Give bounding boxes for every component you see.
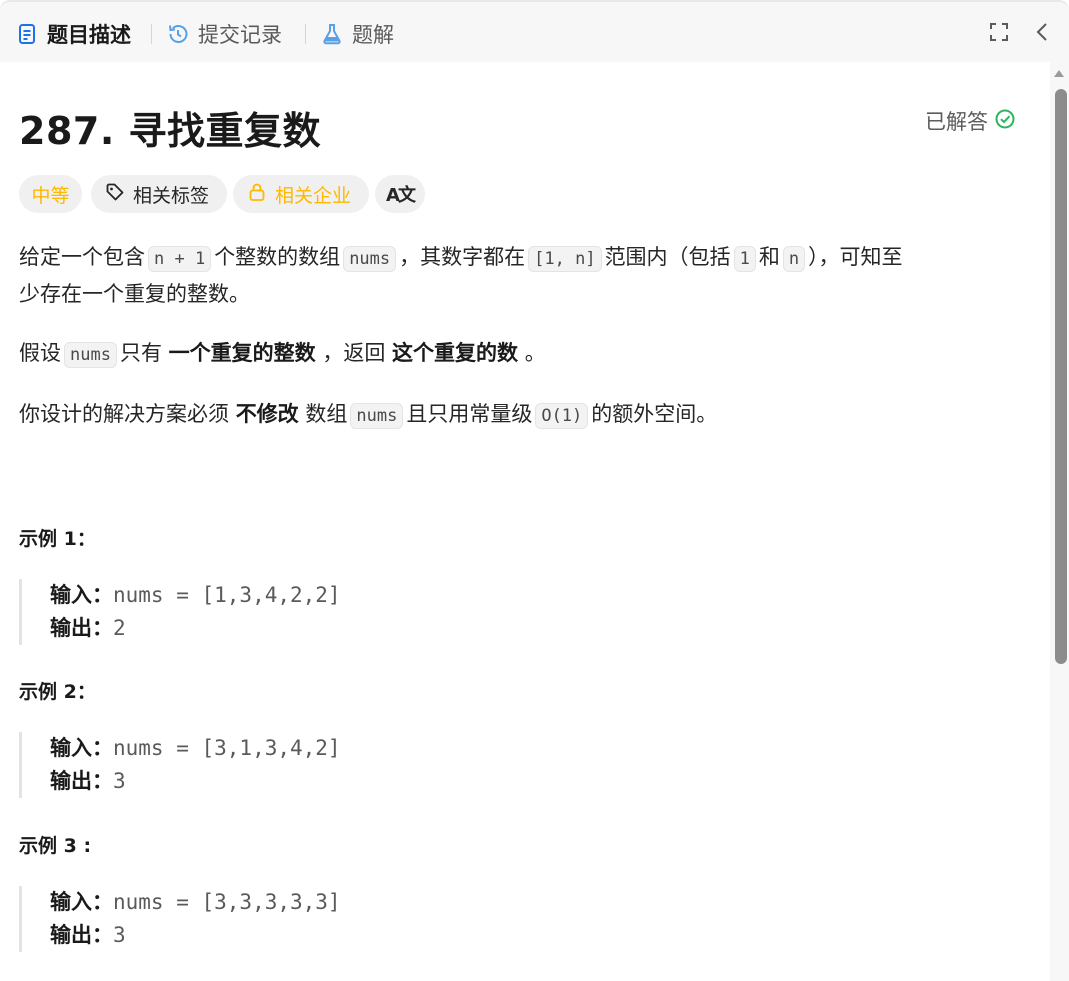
scroll-up-arrow-icon[interactable] <box>1054 70 1064 77</box>
example-2-title: 示例 2： <box>19 681 96 703</box>
flask-icon <box>320 22 344 46</box>
collapse-panel-button[interactable] <box>1030 20 1056 48</box>
description-paragraph-1: 给定一个包含 n + 1 个整数的数组 nums ，其数字都在 [1, n] 范围内（包括 1… <box>19 240 1029 312</box>
related-topics-label: 相关标签 <box>133 184 210 207</box>
example-output-line: 输出：2 <box>50 612 619 645</box>
example-output-line: 输出：3 <box>50 765 619 798</box>
inline-code: nums <box>350 403 404 429</box>
tag-icon <box>105 182 133 207</box>
tab-divider <box>305 24 306 44</box>
solved-label: 已解答 <box>925 110 988 134</box>
description-paragraph-3: 你设计的解决方案必须 不修改 数组 nums 且只用常量级 O(1) 的额外空间。 <box>19 397 717 434</box>
tab-submissions[interactable]: 提交记录 <box>166 19 282 49</box>
example-input-line: 输入：nums = [3,1,3,4,2] <box>50 732 619 765</box>
example-1-title: 示例 1： <box>19 528 96 550</box>
output-label: 输出： <box>50 769 113 793</box>
desc-text: 。 <box>524 341 546 365</box>
output-value: 3 <box>113 923 126 947</box>
desc-text: 和 <box>758 245 780 269</box>
desc-text: 给定一个包含 <box>19 245 145 269</box>
tab-divider <box>151 24 152 44</box>
lock-icon <box>247 182 275 207</box>
example-1-block: 输入：nums = [1,3,4,2,2] 输出：2 <box>19 579 619 645</box>
related-companies-label: 相关企业 <box>275 184 352 207</box>
tab-description[interactable]: 题目描述 <box>15 19 131 49</box>
example-output-line: 输出：3 <box>50 919 619 952</box>
desc-text: 数组 <box>305 402 348 426</box>
input-label: 输入： <box>50 583 113 607</box>
chevron-left-icon <box>1032 21 1054 47</box>
desc-text: 假设 <box>19 341 61 365</box>
related-topics-button[interactable]: 相关标签 <box>91 175 227 213</box>
difficulty-label: 中等 <box>31 184 70 207</box>
inline-code: nums <box>64 342 117 368</box>
check-circle-icon <box>988 108 1016 135</box>
history-icon <box>166 22 190 46</box>
example-input-line: 输入：nums = [1,3,4,2,2] <box>50 579 619 612</box>
emphasis-text: 这个重复的数 <box>392 341 519 365</box>
example-input-line: 输入：nums = [3,3,3,3,3] <box>50 886 619 919</box>
desc-text: 个整数的数组 <box>214 245 341 269</box>
input-value: nums = [3,1,3,4,2] <box>113 736 341 760</box>
tab-solutions[interactable]: 题解 <box>320 19 394 49</box>
desc-text: 你设计的解决方案必须 <box>19 402 229 426</box>
tab-submissions-label: 提交记录 <box>198 23 282 47</box>
inline-code: nums <box>343 246 397 272</box>
desc-text: 少存在一个重复的整数。 <box>19 282 250 306</box>
tab-solutions-label: 题解 <box>352 23 394 47</box>
input-value: nums = [3,3,3,3,3] <box>113 890 341 914</box>
input-value: nums = [1,3,4,2,2] <box>113 583 341 607</box>
output-value: 2 <box>113 616 126 640</box>
inline-code: n <box>782 246 806 272</box>
example-2-block: 输入：nums = [3,1,3,4,2] 输出：3 <box>19 732 619 798</box>
description-paragraph-2: 假设 nums 只有 一个重复的整数 ，返回 这个重复的数 。 <box>19 336 546 373</box>
output-value: 3 <box>113 769 126 793</box>
output-label: 输出： <box>50 616 113 640</box>
emphasis-text: 一个重复的整数 <box>168 341 316 365</box>
related-companies-button[interactable]: 相关企业 <box>233 175 369 213</box>
output-label: 输出： <box>50 923 113 947</box>
example-3-title: 示例 3 : <box>19 835 92 857</box>
desc-text: 只有 <box>119 341 162 365</box>
translate-icon: A文 <box>386 185 416 206</box>
inline-code: 1 <box>733 246 756 272</box>
desc-text: ），可知至 <box>808 245 903 269</box>
desc-text: ，返回 <box>322 341 386 365</box>
inline-code: [1, n] <box>528 246 602 272</box>
input-label: 输入： <box>50 736 113 760</box>
document-icon <box>15 22 39 46</box>
fullscreen-button[interactable] <box>986 20 1012 48</box>
translate-button[interactable]: A文 <box>375 175 425 213</box>
tab-description-label: 题目描述 <box>47 23 131 47</box>
inline-code: O(1) <box>535 403 589 429</box>
example-3-block: 输入：nums = [3,3,3,3,3] 输出：3 <box>19 886 619 952</box>
problem-title: 287. 寻找重复数 <box>19 109 321 153</box>
desc-text: ，其数字都在 <box>399 245 526 269</box>
solved-status: 已解答 <box>925 106 1016 136</box>
emphasis-text: 不修改 <box>235 402 299 426</box>
input-label: 输入： <box>50 890 113 914</box>
desc-text: 的额外空间。 <box>591 402 718 426</box>
inline-code: n + 1 <box>148 246 212 272</box>
difficulty-badge: 中等 <box>19 175 82 213</box>
desc-text: 且只用常量级 <box>406 402 533 426</box>
fullscreen-icon <box>988 21 1010 47</box>
problem-tab-bar: 题目描述 提交记录 题解 <box>0 0 1069 62</box>
scrollbar-thumb[interactable] <box>1055 89 1067 664</box>
desc-text: 范围内（包括 <box>604 245 731 269</box>
